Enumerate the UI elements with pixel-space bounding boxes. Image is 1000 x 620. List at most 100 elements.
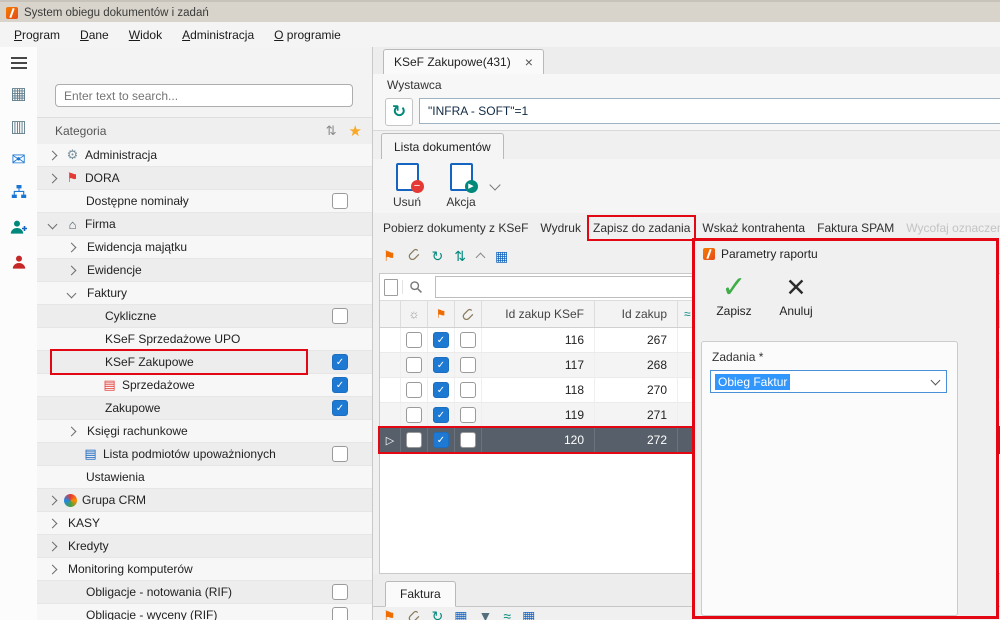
tree-item-kredyty[interactable]: Kredyty [37, 535, 372, 558]
action-pobierz-dokumenty-z-ksef[interactable]: Pobierz dokumenty z KSeF [383, 221, 528, 235]
org-icon[interactable] [11, 184, 27, 203]
checkbox[interactable] [460, 382, 476, 398]
checkbox[interactable] [406, 357, 422, 373]
menu-widok[interactable]: Widok [119, 25, 172, 45]
delete-button[interactable]: − Usuń [381, 163, 433, 209]
expand-icon[interactable] [48, 564, 58, 574]
tree-item-sprzedażowe[interactable]: ▤Sprzedażowe✓ [37, 374, 372, 397]
action-zapisz-do-zadania[interactable]: Zapisz do zadania [593, 221, 690, 235]
flag-icon[interactable]: ⚑ [383, 249, 396, 263]
column-attachment[interactable] [455, 301, 482, 327]
user-icon[interactable] [11, 254, 27, 273]
expand-icon[interactable] [48, 150, 58, 160]
funnel-icon[interactable]: ▼ [479, 609, 493, 620]
refresh-filter-button[interactable]: ↻ [385, 98, 413, 126]
expand-icon[interactable] [48, 173, 58, 183]
cell-checkbox[interactable] [401, 403, 428, 427]
action-faktura-spam[interactable]: Faktura SPAM [817, 221, 894, 235]
checkbox[interactable]: ✓ [332, 377, 348, 393]
tree-item-lista-podmiotów-upoważnionych[interactable]: ▤Lista podmiotów upoważnionych [37, 443, 372, 466]
cell-checkbox[interactable] [401, 328, 428, 352]
zadania-combobox[interactable]: Obieg Faktur [710, 370, 947, 393]
menu-dane[interactable]: Dane [70, 25, 119, 45]
checkbox[interactable] [406, 332, 422, 348]
search-input[interactable] [55, 84, 353, 107]
cell-checkbox[interactable]: ✓ [428, 328, 455, 352]
caret-up-icon[interactable] [476, 253, 486, 263]
checkbox[interactable]: ✓ [332, 400, 348, 416]
tree-item-grupa-crm[interactable]: Grupa CRM [37, 489, 372, 512]
tree-item-faktury[interactable]: Faktury [37, 282, 372, 305]
mail-icon[interactable]: ✉ [11, 151, 25, 168]
tree-item-firma[interactable]: ⌂Firma [37, 213, 372, 236]
checkbox[interactable] [332, 584, 348, 600]
checkbox[interactable]: ✓ [433, 407, 449, 423]
new-document-button[interactable] [380, 279, 402, 296]
checkbox[interactable] [332, 193, 348, 209]
user-add-icon[interactable] [10, 219, 27, 238]
checkbox[interactable] [332, 308, 348, 324]
grid-search-icon[interactable]: ▦ [495, 249, 508, 263]
expand-icon[interactable] [48, 518, 58, 528]
cell-checkbox[interactable] [455, 378, 482, 402]
action-wydruk[interactable]: Wydruk [540, 221, 581, 235]
sort-icon[interactable]: ⇅ [326, 123, 337, 139]
tree-item-obligacje-notowania-rif[interactable]: Obligacje - notowania (RIF) [37, 581, 372, 604]
checkbox[interactable] [460, 407, 476, 423]
checkbox[interactable]: ✓ [433, 432, 449, 448]
cell-checkbox[interactable] [401, 378, 428, 402]
column-id-zakup[interactable]: Id zakup [595, 301, 678, 327]
cell-checkbox[interactable]: ✓ [428, 378, 455, 402]
tree-item-cykliczne[interactable]: Cykliczne [37, 305, 372, 328]
checkbox[interactable] [332, 446, 348, 462]
tree-item-kasy[interactable]: KASY [37, 512, 372, 535]
action-button[interactable]: ▶ Akcja [435, 163, 487, 209]
cell-checkbox[interactable] [401, 353, 428, 377]
grid-icon[interactable]: ▦ [454, 609, 467, 620]
action-wskaż-kontrahenta[interactable]: Wskaż kontrahenta [702, 221, 805, 235]
tree-item-ustawienia[interactable]: Ustawienia [37, 466, 372, 489]
column-flag-icon[interactable]: ⚑ [428, 301, 455, 327]
grid-search-button[interactable] [402, 280, 429, 294]
checkbox[interactable]: ✓ [433, 357, 449, 373]
table-icon[interactable]: ▦ [10, 85, 26, 102]
favorites-star-icon[interactable]: ★ [349, 122, 362, 140]
menu-administracja[interactable]: Administracja [172, 25, 264, 45]
chart-icon[interactable]: ▥ [10, 118, 26, 135]
tree-item-ksef-zakupowe[interactable]: KSeF Zakupowe✓ [37, 351, 372, 374]
tree-item-obligacje-wyceny-rif[interactable]: Obligacje - wyceny (RIF) [37, 604, 372, 620]
checkbox[interactable] [406, 382, 422, 398]
hamburger-icon[interactable] [11, 57, 27, 59]
cell-checkbox[interactable]: ✓ [428, 428, 455, 452]
tree-item-dora[interactable]: ⚑DORA [37, 167, 372, 190]
menu-o-programie[interactable]: O programie [264, 25, 351, 45]
checkbox[interactable] [406, 432, 422, 448]
flag-icon[interactable]: ⚑ [383, 609, 396, 620]
checkbox[interactable]: ✓ [433, 332, 449, 348]
action-wycofaj-oznaczenie[interactable]: Wycofaj oznaczenie [906, 221, 1000, 235]
tree-item-ewidencje[interactable]: Ewidencje [37, 259, 372, 282]
wystawca-filter-input[interactable] [419, 98, 1000, 124]
checkbox[interactable]: ✓ [332, 354, 348, 370]
checkbox[interactable] [460, 432, 476, 448]
cell-checkbox[interactable] [455, 353, 482, 377]
cell-checkbox[interactable]: ✓ [428, 353, 455, 377]
action-dropdown-chevron-icon[interactable] [489, 179, 500, 190]
tab-faktura[interactable]: Faktura [385, 581, 456, 607]
cell-checkbox[interactable] [455, 428, 482, 452]
tab-lista-dokumentow[interactable]: Lista dokumentów [381, 133, 504, 160]
grid-icon[interactable]: ▦ [522, 609, 535, 620]
column-state-icon[interactable]: ☼ [401, 301, 428, 327]
collapse-icon[interactable] [67, 288, 77, 298]
refresh-icon[interactable]: ↻ [432, 249, 444, 263]
tree-item-księgi-rachunkowe[interactable]: Księgi rachunkowe [37, 420, 372, 443]
tab-ksef-zakupowe[interactable]: KSeF Zakupowe(431) × [383, 49, 544, 75]
sort-icon[interactable]: ⇅ [454, 249, 466, 263]
checkbox[interactable]: ✓ [433, 382, 449, 398]
approx-icon[interactable]: ≈ [503, 609, 511, 620]
category-column-header[interactable]: Kategoria ⇅ ★ [37, 117, 372, 145]
collapse-icon[interactable] [48, 219, 58, 229]
save-button[interactable]: ✓ Zapisz [707, 273, 761, 318]
checkbox[interactable] [406, 407, 422, 423]
cell-checkbox[interactable] [401, 428, 428, 452]
